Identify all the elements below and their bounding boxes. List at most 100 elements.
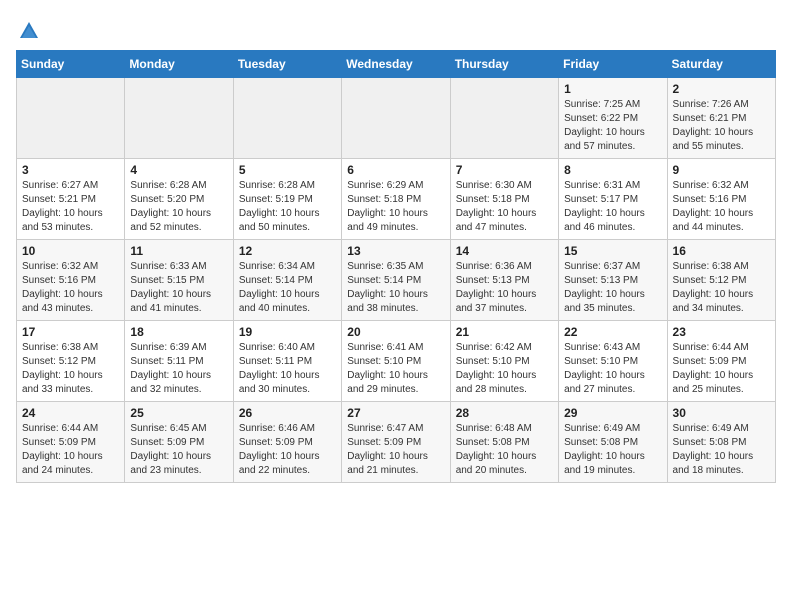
day-number: 9 xyxy=(673,163,770,177)
calendar-header-thursday: Thursday xyxy=(450,51,558,78)
calendar-cell: 12 Sunrise: 6:34 AMSunset: 5:14 PMDaylig… xyxy=(233,240,341,321)
day-detail: Sunrise: 6:44 AMSunset: 5:09 PMDaylight:… xyxy=(22,423,103,476)
day-detail: Sunrise: 6:38 AMSunset: 5:12 PMDaylight:… xyxy=(673,261,754,314)
calendar-cell: 10 Sunrise: 6:32 AMSunset: 5:16 PMDaylig… xyxy=(17,240,125,321)
calendar-header-friday: Friday xyxy=(559,51,667,78)
day-number: 15 xyxy=(564,244,661,258)
day-detail: Sunrise: 6:43 AMSunset: 5:10 PMDaylight:… xyxy=(564,342,645,395)
day-detail: Sunrise: 6:39 AMSunset: 5:11 PMDaylight:… xyxy=(130,342,211,395)
calendar-header-row: SundayMondayTuesdayWednesdayThursdayFrid… xyxy=(17,51,776,78)
day-number: 11 xyxy=(130,244,227,258)
day-number: 27 xyxy=(347,406,444,420)
day-number: 25 xyxy=(130,406,227,420)
calendar-week-4: 17 Sunrise: 6:38 AMSunset: 5:12 PMDaylig… xyxy=(17,321,776,402)
calendar-cell xyxy=(125,78,233,159)
calendar-cell: 16 Sunrise: 6:38 AMSunset: 5:12 PMDaylig… xyxy=(667,240,775,321)
page-header xyxy=(16,16,776,42)
day-detail: Sunrise: 6:44 AMSunset: 5:09 PMDaylight:… xyxy=(673,342,754,395)
calendar-cell: 24 Sunrise: 6:44 AMSunset: 5:09 PMDaylig… xyxy=(17,402,125,483)
calendar-cell: 26 Sunrise: 6:46 AMSunset: 5:09 PMDaylig… xyxy=(233,402,341,483)
calendar-cell: 27 Sunrise: 6:47 AMSunset: 5:09 PMDaylig… xyxy=(342,402,450,483)
day-number: 26 xyxy=(239,406,336,420)
day-number: 5 xyxy=(239,163,336,177)
day-number: 24 xyxy=(22,406,119,420)
day-detail: Sunrise: 6:38 AMSunset: 5:12 PMDaylight:… xyxy=(22,342,103,395)
calendar-header-wednesday: Wednesday xyxy=(342,51,450,78)
calendar-cell: 14 Sunrise: 6:36 AMSunset: 5:13 PMDaylig… xyxy=(450,240,558,321)
day-detail: Sunrise: 6:31 AMSunset: 5:17 PMDaylight:… xyxy=(564,180,645,233)
calendar-cell: 23 Sunrise: 6:44 AMSunset: 5:09 PMDaylig… xyxy=(667,321,775,402)
day-detail: Sunrise: 6:28 AMSunset: 5:20 PMDaylight:… xyxy=(130,180,211,233)
calendar-cell: 3 Sunrise: 6:27 AMSunset: 5:21 PMDayligh… xyxy=(17,159,125,240)
day-detail: Sunrise: 6:29 AMSunset: 5:18 PMDaylight:… xyxy=(347,180,428,233)
day-number: 22 xyxy=(564,325,661,339)
day-detail: Sunrise: 6:36 AMSunset: 5:13 PMDaylight:… xyxy=(456,261,537,314)
day-detail: Sunrise: 6:47 AMSunset: 5:09 PMDaylight:… xyxy=(347,423,428,476)
day-detail: Sunrise: 6:35 AMSunset: 5:14 PMDaylight:… xyxy=(347,261,428,314)
calendar-table: SundayMondayTuesdayWednesdayThursdayFrid… xyxy=(16,50,776,483)
day-number: 16 xyxy=(673,244,770,258)
day-number: 17 xyxy=(22,325,119,339)
day-number: 1 xyxy=(564,82,661,96)
calendar-cell: 21 Sunrise: 6:42 AMSunset: 5:10 PMDaylig… xyxy=(450,321,558,402)
calendar-cell: 30 Sunrise: 6:49 AMSunset: 5:08 PMDaylig… xyxy=(667,402,775,483)
day-detail: Sunrise: 6:33 AMSunset: 5:15 PMDaylight:… xyxy=(130,261,211,314)
calendar-cell xyxy=(233,78,341,159)
day-detail: Sunrise: 6:41 AMSunset: 5:10 PMDaylight:… xyxy=(347,342,428,395)
day-number: 6 xyxy=(347,163,444,177)
calendar-cell xyxy=(342,78,450,159)
calendar-cell: 5 Sunrise: 6:28 AMSunset: 5:19 PMDayligh… xyxy=(233,159,341,240)
calendar-cell: 20 Sunrise: 6:41 AMSunset: 5:10 PMDaylig… xyxy=(342,321,450,402)
calendar-cell: 29 Sunrise: 6:49 AMSunset: 5:08 PMDaylig… xyxy=(559,402,667,483)
day-detail: Sunrise: 6:46 AMSunset: 5:09 PMDaylight:… xyxy=(239,423,320,476)
day-number: 7 xyxy=(456,163,553,177)
day-detail: Sunrise: 6:30 AMSunset: 5:18 PMDaylight:… xyxy=(456,180,537,233)
calendar-cell xyxy=(17,78,125,159)
calendar-header-saturday: Saturday xyxy=(667,51,775,78)
day-number: 18 xyxy=(130,325,227,339)
calendar-week-5: 24 Sunrise: 6:44 AMSunset: 5:09 PMDaylig… xyxy=(17,402,776,483)
calendar-cell: 22 Sunrise: 6:43 AMSunset: 5:10 PMDaylig… xyxy=(559,321,667,402)
day-number: 2 xyxy=(673,82,770,96)
day-detail: Sunrise: 6:45 AMSunset: 5:09 PMDaylight:… xyxy=(130,423,211,476)
day-number: 8 xyxy=(564,163,661,177)
logo xyxy=(16,20,40,42)
calendar-cell: 7 Sunrise: 6:30 AMSunset: 5:18 PMDayligh… xyxy=(450,159,558,240)
calendar-cell xyxy=(450,78,558,159)
calendar-cell: 11 Sunrise: 6:33 AMSunset: 5:15 PMDaylig… xyxy=(125,240,233,321)
day-number: 4 xyxy=(130,163,227,177)
day-detail: Sunrise: 6:27 AMSunset: 5:21 PMDaylight:… xyxy=(22,180,103,233)
calendar-cell: 15 Sunrise: 6:37 AMSunset: 5:13 PMDaylig… xyxy=(559,240,667,321)
calendar-cell: 6 Sunrise: 6:29 AMSunset: 5:18 PMDayligh… xyxy=(342,159,450,240)
day-detail: Sunrise: 6:32 AMSunset: 5:16 PMDaylight:… xyxy=(22,261,103,314)
day-detail: Sunrise: 6:34 AMSunset: 5:14 PMDaylight:… xyxy=(239,261,320,314)
calendar-header-monday: Monday xyxy=(125,51,233,78)
calendar-header-sunday: Sunday xyxy=(17,51,125,78)
calendar-cell: 8 Sunrise: 6:31 AMSunset: 5:17 PMDayligh… xyxy=(559,159,667,240)
day-detail: Sunrise: 7:25 AMSunset: 6:22 PMDaylight:… xyxy=(564,99,645,152)
day-number: 12 xyxy=(239,244,336,258)
day-number: 3 xyxy=(22,163,119,177)
day-detail: Sunrise: 6:40 AMSunset: 5:11 PMDaylight:… xyxy=(239,342,320,395)
calendar-week-1: 1 Sunrise: 7:25 AMSunset: 6:22 PMDayligh… xyxy=(17,78,776,159)
day-detail: Sunrise: 6:42 AMSunset: 5:10 PMDaylight:… xyxy=(456,342,537,395)
calendar-cell: 28 Sunrise: 6:48 AMSunset: 5:08 PMDaylig… xyxy=(450,402,558,483)
calendar-cell: 1 Sunrise: 7:25 AMSunset: 6:22 PMDayligh… xyxy=(559,78,667,159)
day-number: 28 xyxy=(456,406,553,420)
calendar-header-tuesday: Tuesday xyxy=(233,51,341,78)
calendar-cell: 13 Sunrise: 6:35 AMSunset: 5:14 PMDaylig… xyxy=(342,240,450,321)
calendar-cell: 9 Sunrise: 6:32 AMSunset: 5:16 PMDayligh… xyxy=(667,159,775,240)
day-detail: Sunrise: 6:32 AMSunset: 5:16 PMDaylight:… xyxy=(673,180,754,233)
day-detail: Sunrise: 6:49 AMSunset: 5:08 PMDaylight:… xyxy=(673,423,754,476)
calendar-cell: 25 Sunrise: 6:45 AMSunset: 5:09 PMDaylig… xyxy=(125,402,233,483)
day-number: 23 xyxy=(673,325,770,339)
day-detail: Sunrise: 7:26 AMSunset: 6:21 PMDaylight:… xyxy=(673,99,754,152)
calendar-cell: 2 Sunrise: 7:26 AMSunset: 6:21 PMDayligh… xyxy=(667,78,775,159)
calendar-week-2: 3 Sunrise: 6:27 AMSunset: 5:21 PMDayligh… xyxy=(17,159,776,240)
calendar-cell: 18 Sunrise: 6:39 AMSunset: 5:11 PMDaylig… xyxy=(125,321,233,402)
day-number: 30 xyxy=(673,406,770,420)
day-number: 29 xyxy=(564,406,661,420)
day-number: 14 xyxy=(456,244,553,258)
day-detail: Sunrise: 6:37 AMSunset: 5:13 PMDaylight:… xyxy=(564,261,645,314)
day-number: 13 xyxy=(347,244,444,258)
